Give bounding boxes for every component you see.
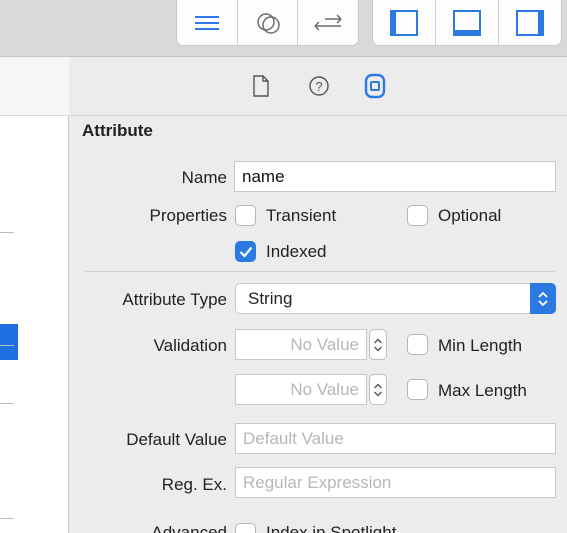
min-length-checkbox[interactable] <box>407 334 428 355</box>
debug-area-button[interactable] <box>436 0 499 45</box>
navigator-panel-icon <box>390 9 418 36</box>
advanced-label: Advanced <box>151 523 227 533</box>
panel-toggle-segmented-control <box>372 0 562 46</box>
max-length-checkbox[interactable] <box>407 379 428 400</box>
outline-row-divider <box>0 403 14 404</box>
stepper-icon <box>374 383 382 396</box>
name-field[interactable]: name <box>234 161 556 192</box>
navigator-panel-button[interactable] <box>373 0 436 45</box>
attribute-type-select[interactable]: String <box>235 283 556 314</box>
outline-pane-header <box>0 57 69 116</box>
attribute-type-label: Attribute Type <box>122 290 227 309</box>
checkmark-icon <box>239 246 252 258</box>
data-model-inspector-icon <box>364 73 386 99</box>
outline-row-divider <box>0 232 14 233</box>
utilities-panel-icon <box>516 9 544 36</box>
max-length-stepper[interactable] <box>369 374 387 405</box>
select-arrows-icon <box>530 283 556 314</box>
attribute-type-value: String <box>248 289 293 308</box>
stepper-icon <box>374 338 382 351</box>
inspector-tab-bar: ? <box>70 57 567 116</box>
outline-selected-row-indicator[interactable] <box>0 324 18 360</box>
section-title: Attribute <box>82 121 153 140</box>
outline-row-divider <box>0 518 14 519</box>
transient-checkbox[interactable] <box>235 205 256 226</box>
properties-label: Properties <box>149 206 227 225</box>
editor-version-button[interactable] <box>298 0 358 45</box>
editor-version-icon <box>314 13 342 31</box>
max-length-field[interactable]: No Value <box>235 374 367 405</box>
default-value-label: Default Value <box>126 430 227 449</box>
data-model-inspector-tab[interactable] <box>360 71 390 101</box>
editor-assistant-button[interactable] <box>238 0 299 45</box>
min-length-label: Min Length <box>438 336 523 355</box>
toolbar <box>0 0 567 57</box>
quick-help-tab[interactable]: ? <box>304 71 334 101</box>
min-length-stepper[interactable] <box>369 329 387 360</box>
regex-label: Reg. Ex. <box>161 475 227 494</box>
transient-label: Transient <box>266 206 337 225</box>
quick-help-icon: ? <box>309 76 329 96</box>
min-length-field[interactable]: No Value <box>235 329 367 360</box>
editor-standard-icon <box>194 15 219 30</box>
max-length-label: Max Length <box>438 381 527 400</box>
indexed-label: Indexed <box>266 242 327 261</box>
editor-mode-segmented-control <box>176 0 359 46</box>
editor-assistant-icon <box>256 12 280 34</box>
validation-label: Validation <box>153 336 227 355</box>
outline-row-divider <box>0 345 14 346</box>
editor-standard-button[interactable] <box>177 0 238 45</box>
section-divider <box>85 271 555 272</box>
regex-field[interactable]: Regular Expression <box>235 467 556 498</box>
file-inspector-icon <box>253 75 269 97</box>
optional-checkbox[interactable] <box>407 205 428 226</box>
optional-label: Optional <box>438 206 502 225</box>
file-inspector-tab[interactable] <box>246 71 276 101</box>
utilities-panel-button[interactable] <box>499 0 561 45</box>
spotlight-checkbox[interactable] <box>235 523 256 533</box>
default-value-field[interactable]: Default Value <box>235 423 556 454</box>
spotlight-label: Index in Spotlight <box>266 523 397 533</box>
outline-pane <box>0 57 69 533</box>
indexed-checkbox[interactable] <box>235 241 256 262</box>
debug-area-icon <box>453 9 481 36</box>
svg-text:?: ? <box>315 79 322 94</box>
name-label: Name <box>181 168 227 187</box>
